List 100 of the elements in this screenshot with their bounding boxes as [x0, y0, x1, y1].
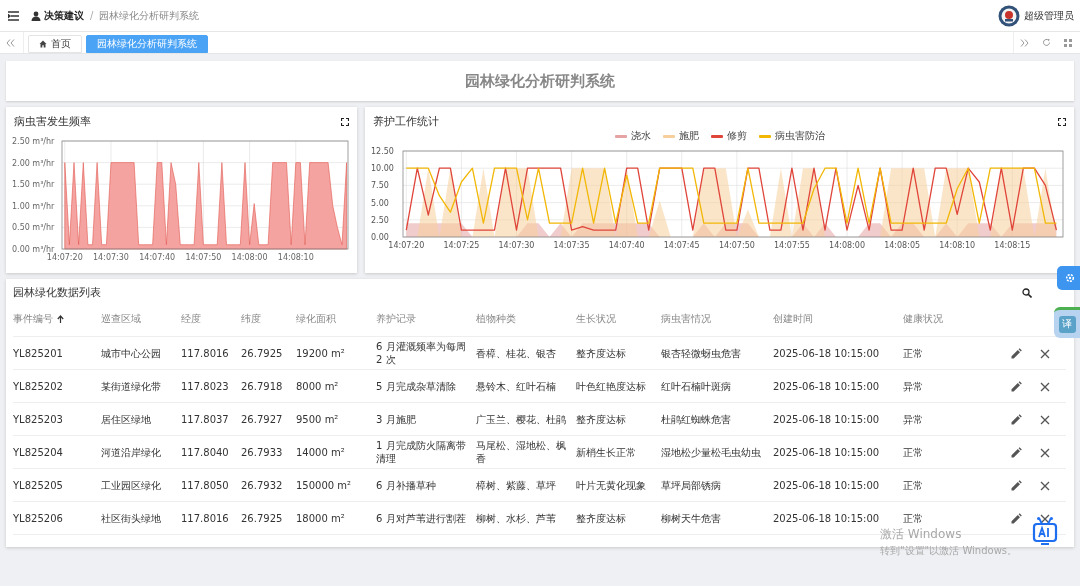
table-cell: 6 月补播草种	[376, 479, 436, 491]
axis-tick-label: 14:07:55	[774, 241, 810, 250]
tab[interactable]: 首页	[28, 35, 82, 53]
edit-pencil-icon[interactable]	[1011, 447, 1022, 458]
tab[interactable]: 园林绿化分析研判系统	[86, 35, 208, 53]
table-cell: 2025-06-18 10:15:00	[773, 347, 880, 359]
table-cell: 悬铃木、红叶石楠	[476, 380, 556, 392]
column-header[interactable]: 纬度	[241, 312, 261, 326]
legend-label[interactable]: 修剪	[726, 129, 747, 143]
table-cell: 2025-06-18 10:15:00	[773, 446, 880, 458]
edit-pencil-icon[interactable]	[1011, 348, 1022, 359]
close-icon[interactable]	[1040, 381, 1050, 392]
table-cell: 8000 m²	[296, 380, 339, 392]
table-cell: 18000 m²	[296, 512, 345, 524]
table-cell: 马尾松、湿地松、枫香	[476, 440, 566, 464]
table-cell: 异常	[903, 380, 923, 392]
user-name[interactable]: 超级管理员	[1024, 8, 1074, 23]
column-header[interactable]: 生长状况	[576, 312, 616, 326]
table-cell: 2025-06-18 10:15:00	[773, 479, 880, 491]
axis-tick-label: 14:07:40	[139, 253, 176, 262]
table-cell: 117.8040	[181, 446, 229, 458]
breadcrumb-item[interactable]: 决策建议	[44, 8, 84, 23]
column-header[interactable]: 经度	[181, 312, 201, 326]
axis-tick-label: 5.00	[371, 198, 389, 208]
column-header[interactable]: 养护记录	[376, 312, 416, 326]
fullscreen-icon[interactable]	[341, 118, 349, 126]
fullscreen-icon[interactable]	[1058, 118, 1066, 126]
table-cell: 城市中心公园	[101, 347, 161, 359]
breadcrumb-separator: /	[90, 10, 94, 21]
legend-label[interactable]: 病虫害防治	[774, 129, 825, 143]
table-cell: 广玉兰、樱花、杜鹃	[476, 413, 566, 425]
table-cell: 117.8023	[181, 380, 229, 392]
gear-icon	[1065, 273, 1075, 283]
grid-icon[interactable]	[1064, 38, 1072, 47]
axis-tick-label: 7.50	[371, 181, 389, 191]
close-icon[interactable]	[1040, 414, 1050, 425]
chart-title: 养护工作统计	[373, 115, 439, 129]
edit-pencil-icon[interactable]	[1011, 513, 1022, 524]
table-cell: 正常	[903, 512, 923, 524]
legend-label[interactable]: 施肥	[678, 129, 699, 143]
double-left-chevron-icon[interactable]	[6, 38, 15, 47]
axis-tick-label: 14:07:50	[718, 241, 755, 250]
axis-tick-label: 14:08:00	[829, 241, 865, 250]
table-cell: 银杏轻微蚜虫危害	[661, 347, 741, 359]
edit-pencil-icon[interactable]	[1011, 381, 1022, 392]
emblem-avatar[interactable]	[998, 4, 1020, 27]
axis-tick-label: 14:07:25	[443, 241, 480, 250]
close-icon[interactable]	[1040, 513, 1050, 524]
column-header[interactable]: 植物种类	[476, 312, 516, 326]
side-settings-button[interactable]	[1057, 266, 1080, 290]
table-cell: 117.8037	[181, 413, 229, 425]
axis-tick-label: 1.00 m³/hr	[12, 201, 55, 211]
edit-pencil-icon[interactable]	[1011, 480, 1022, 491]
table-cell: 1 月完成防火隔离带清理	[376, 440, 466, 464]
legend-label[interactable]: 浇水	[630, 129, 651, 143]
robot-icon[interactable]	[1032, 517, 1058, 547]
table-cell: 某街道绿化带	[101, 380, 161, 392]
table-cell: 19200 m²	[296, 347, 345, 359]
double-right-chevron-icon[interactable]	[1020, 38, 1029, 47]
close-icon[interactable]	[1040, 348, 1050, 359]
table-cell: 117.8016	[181, 512, 229, 524]
column-header[interactable]: 绿化面积	[296, 312, 336, 326]
table-cell: 叶色红艳度达标	[576, 380, 646, 392]
table-cell: 河道沿岸绿化	[101, 446, 161, 458]
table-cell: 杜鹃红蜘蛛危害	[661, 413, 731, 425]
edit-pencil-icon[interactable]	[1011, 414, 1022, 425]
table-cell: 26.7918	[241, 380, 283, 392]
column-header[interactable]: 病虫害情况	[661, 312, 711, 326]
activation-hint: 转到"设置"以激活 Windows。	[880, 544, 1018, 558]
axis-tick-label: 0.00	[371, 233, 389, 242]
table-cell: 正常	[903, 446, 923, 458]
menu-icon[interactable]	[8, 10, 19, 21]
translate-button[interactable]: 译	[1058, 315, 1076, 333]
close-icon[interactable]	[1040, 480, 1050, 491]
column-header[interactable]: 事件编号	[13, 312, 53, 326]
close-icon[interactable]	[1040, 447, 1050, 458]
axis-tick-label: 14:08:00	[231, 253, 268, 262]
column-header[interactable]: 巡查区域	[101, 312, 141, 326]
axis-tick-label: 14:07:35	[553, 241, 590, 250]
table-cell: 14000 m²	[296, 446, 345, 458]
search-icon[interactable]	[1022, 288, 1032, 298]
table-cell: 6 月对芦苇进行割茬	[376, 512, 466, 524]
table-cell: YL825204	[13, 446, 63, 458]
axis-tick-label: 14:07:40	[608, 241, 645, 250]
table-cell: 2025-06-18 10:15:00	[773, 413, 880, 425]
axis-tick-label: 12.50	[371, 147, 394, 156]
column-header[interactable]: 创建时间	[773, 312, 813, 326]
table-cell: 整齐度达标	[576, 347, 626, 359]
table-cell: 工业园区绿化	[101, 479, 161, 491]
axis-tick-label: 14:07:20	[46, 253, 83, 262]
table-cell: YL825201	[13, 347, 63, 359]
axis-tick-label: 14:08:10	[939, 241, 976, 250]
table-cell: 正常	[903, 347, 923, 359]
sort-up-icon[interactable]	[57, 315, 64, 323]
column-header[interactable]: 健康状况	[903, 312, 943, 326]
table-cell: 6 月灌溉频率为每周 2 次	[376, 341, 466, 365]
page-title: 园林绿化分析研判系统	[465, 71, 615, 91]
table-cell: YL825206	[13, 512, 63, 524]
table-cell: 26.7932	[241, 479, 283, 491]
axis-tick-label: 14:07:50	[185, 253, 222, 262]
